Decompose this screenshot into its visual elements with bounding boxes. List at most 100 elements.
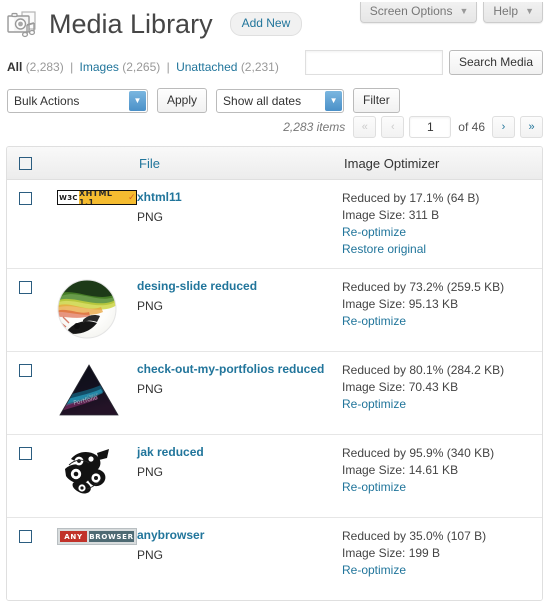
image-size-text: Image Size: 311 B (342, 208, 440, 222)
first-page-button[interactable]: « (353, 116, 377, 138)
reduction-text: Reduced by 35.0% (107 B) (342, 529, 487, 543)
thumbnail-cell (43, 279, 137, 341)
reduction-text: Reduced by 80.1% (284.2 KB) (342, 363, 505, 377)
optimizer-cell: Reduced by 17.1% (64 B) Image Size: 311 … (342, 190, 542, 258)
re-optimize-link[interactable]: Re-optimize (342, 479, 542, 496)
row-checkbox[interactable] (18, 281, 32, 294)
file-cell: jak reduced PNG (137, 445, 342, 481)
image-size-text: Image Size: 199 B (342, 546, 441, 560)
screen-options-button[interactable]: Screen Options ▼ (359, 2, 478, 23)
screen-options-label: Screen Options (369, 4, 453, 18)
image-size-text: Image Size: 14.61 KB (342, 463, 459, 477)
pagination-area: 2,283 items « ‹ of 46 › » (7, 116, 543, 138)
search-media-button[interactable]: Search Media (448, 50, 543, 75)
column-header-image-optimizer: Image Optimizer (344, 155, 440, 171)
file-title-link[interactable]: xhtml11 (137, 190, 342, 205)
table-row: W3C XHTML 1.1 ✓ xhtml11 PNG Reduced by 1… (7, 180, 542, 269)
file-title-link[interactable]: desing-slide reduced (137, 279, 342, 294)
apply-button[interactable]: Apply (157, 88, 208, 113)
file-title-link[interactable]: check-out-my-portfolios reduced (137, 362, 342, 377)
table-row: desing-slide reduced PNG Reduced by 73.2… (7, 269, 542, 352)
table-row: jak reduced PNG Reduced by 95.9% (340 KB… (7, 435, 542, 518)
current-page-input[interactable] (409, 116, 452, 138)
filter-link-all[interactable]: All (7, 60, 22, 74)
filter-count-all: (2,283) (25, 60, 64, 74)
restore-original-link[interactable]: Restore original (342, 241, 542, 258)
bulk-actions-area: Bulk Actions ▼ Apply Show all dates ▼ Fi… (7, 88, 400, 113)
check-icon: ✓ (128, 192, 136, 203)
optimizer-cell: Reduced by 35.0% (107 B) Image Size: 199… (342, 528, 542, 579)
search-area: Search Media (304, 50, 543, 75)
prev-page-button[interactable]: ‹ (381, 116, 405, 138)
screen-meta-links: Screen Options ▼ Help ▼ (359, 2, 543, 23)
file-title-link[interactable]: jak reduced (137, 445, 342, 460)
thumbnail-cell: Portfolio check (43, 362, 137, 424)
row-checkbox[interactable] (18, 192, 32, 205)
anybrowser-badge-left: ANY (60, 531, 87, 542)
optimizer-cell: Reduced by 73.2% (259.5 KB) Image Size: … (342, 279, 542, 330)
desing-slide-thumbnail (57, 279, 117, 342)
search-input[interactable] (304, 50, 443, 75)
select-all-checkbox[interactable] (18, 156, 32, 170)
row-checkbox[interactable] (18, 447, 32, 460)
column-header-file[interactable]: File (139, 156, 160, 171)
total-pages-label: of 46 (458, 120, 485, 134)
filter-count-images: (2,265) (122, 60, 161, 74)
media-table: File Image Optimizer W3C XHTML 1.1 ✓ xht… (6, 146, 543, 601)
reduction-text: Reduced by 95.9% (340 KB) (342, 446, 495, 460)
add-new-button[interactable]: Add New (229, 12, 303, 36)
reduction-text: Reduced by 73.2% (259.5 KB) (342, 280, 505, 294)
filter-separator: | (70, 60, 74, 74)
file-title-link[interactable]: anybrowser (137, 528, 342, 543)
jak-graffiti-thumbnail (57, 445, 119, 502)
image-size-text: Image Size: 70.43 KB (342, 380, 459, 394)
filter-separator: | (166, 60, 170, 74)
bulk-actions-value: Bulk Actions (14, 93, 80, 108)
reduction-text: Reduced by 17.1% (64 B) (342, 191, 480, 205)
chevron-down-icon: ▼ (129, 90, 146, 111)
w3c-xhtml-badge-icon: W3C XHTML 1.1 ✓ (57, 190, 137, 205)
page-title: Media Library (49, 9, 213, 39)
row-checkbox[interactable] (18, 530, 32, 543)
w3c-badge-right: XHTML 1.1 ✓ (79, 191, 136, 204)
chevron-down-icon: ▼ (325, 90, 343, 111)
file-cell: desing-slide reduced PNG (137, 279, 342, 315)
file-type-label: PNG (137, 465, 164, 479)
date-filter-select[interactable]: Show all dates ▼ (216, 88, 345, 113)
table-header-row: File Image Optimizer (7, 147, 542, 180)
last-page-button[interactable]: » (520, 116, 543, 138)
re-optimize-link[interactable]: Re-optimize (342, 224, 542, 241)
filter-button[interactable]: Filter (353, 88, 400, 113)
row-select-cell (7, 190, 43, 205)
file-cell: xhtml11 PNG (137, 190, 342, 226)
file-header-cell: File (139, 156, 344, 171)
portfolio-triangle-thumbnail: Portfolio check (57, 362, 121, 423)
file-cell: anybrowser PNG (137, 528, 342, 564)
chevron-down-icon: ▼ (459, 6, 469, 16)
file-type-label: PNG (137, 548, 164, 562)
filter-link-unattached[interactable]: Unattached (176, 60, 237, 74)
file-type-label: PNG (137, 210, 164, 224)
re-optimize-link[interactable]: Re-optimize (342, 396, 542, 413)
chevron-down-icon: ▼ (525, 6, 534, 16)
anybrowser-badge-icon: ANY BROWSER (57, 528, 137, 545)
filter-link-images[interactable]: Images (80, 60, 119, 74)
row-select-cell (7, 528, 43, 543)
thumbnail-cell (43, 445, 137, 507)
file-type-label: PNG (137, 299, 164, 313)
help-button[interactable]: Help ▼ (483, 2, 543, 23)
select-all-cell (7, 156, 43, 170)
re-optimize-link[interactable]: Re-optimize (342, 562, 542, 579)
optimizer-cell: Reduced by 95.9% (340 KB) Image Size: 14… (342, 445, 542, 496)
row-checkbox[interactable] (18, 364, 32, 377)
pagination-controls: 2,283 items « ‹ of 46 › » (283, 116, 543, 138)
next-page-button[interactable]: › (492, 116, 515, 138)
row-select-cell (7, 362, 43, 377)
optimizer-cell: Reduced by 80.1% (284.2 KB) Image Size: … (342, 362, 542, 413)
image-size-text: Image Size: 95.13 KB (342, 297, 459, 311)
re-optimize-link[interactable]: Re-optimize (342, 313, 542, 330)
bulk-actions-select[interactable]: Bulk Actions ▼ (7, 88, 148, 113)
w3c-badge-left: W3C (58, 191, 79, 204)
status-filter-links: All (2,283) | Images (2,265) | Unattache… (7, 60, 279, 74)
items-count: 2,283 items (283, 120, 346, 134)
